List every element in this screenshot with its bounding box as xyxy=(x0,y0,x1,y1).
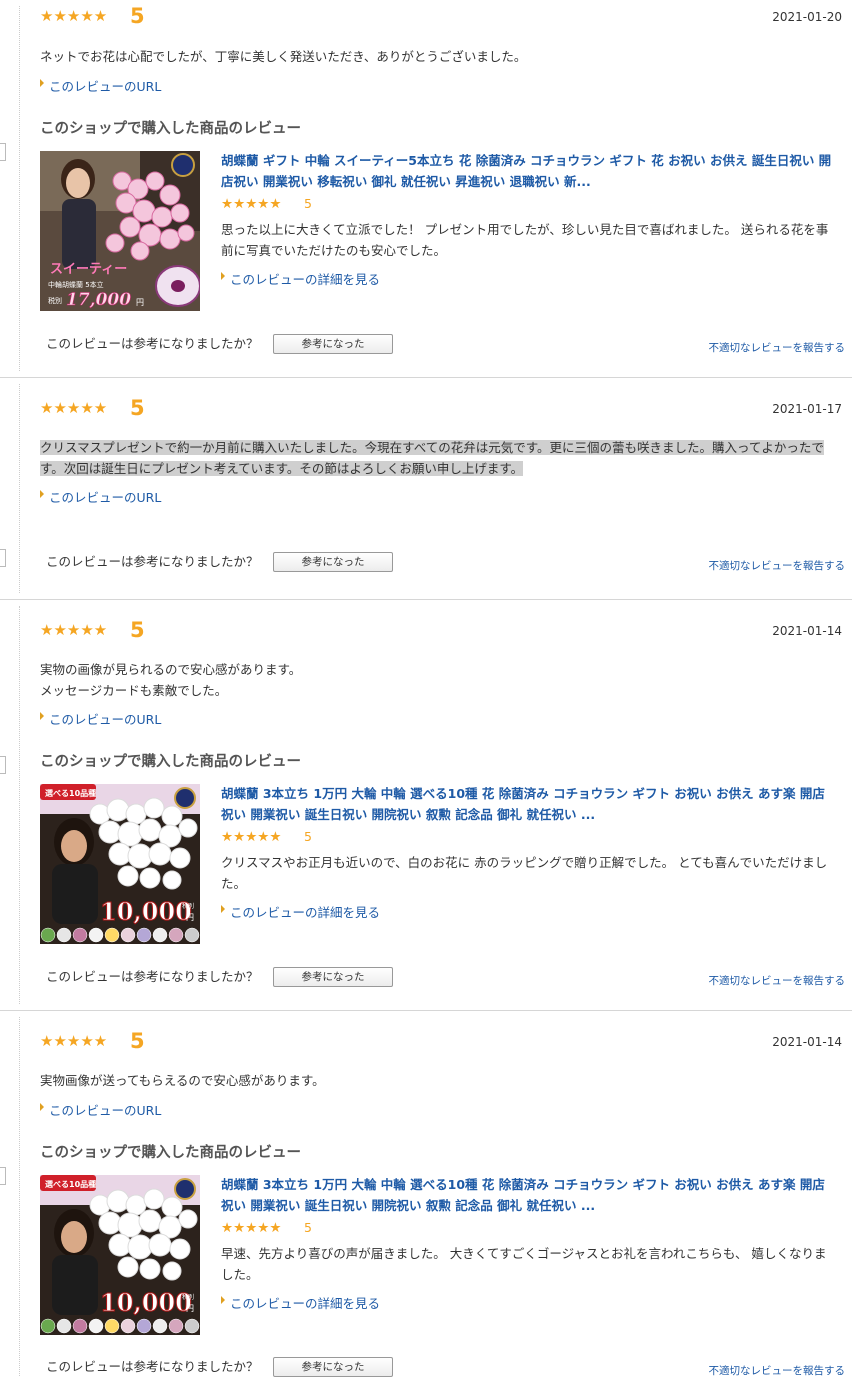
divider xyxy=(19,384,20,593)
product-title-link[interactable]: 胡蝶蘭 3本立ち 1万円 大輪 中輪 選べる10種 花 除菌済み コチョウラン … xyxy=(221,1174,836,1216)
review-card: ★★★★★ 5 2021-01-17 クリスマスプレゼントで約一か月前に購入いた… xyxy=(0,378,852,600)
product-rating-stars: ★★★★★ xyxy=(221,1220,282,1236)
arrow-icon xyxy=(221,1296,225,1304)
arrow-icon xyxy=(40,712,44,720)
helpful-question: このレビューは参考になりましたか？ xyxy=(46,554,259,569)
product-rating-score: 5 xyxy=(304,829,312,844)
review-card: ★★★★★ 5 2021-01-20 ネットでお花は心配でしたが、丁寧に美しく発… xyxy=(0,0,852,378)
review-body-line: 実物の画像が見られるので安心感があります。 xyxy=(40,662,302,677)
divider xyxy=(19,1017,20,1376)
image-caption-tax: 税別 xyxy=(182,1293,194,1301)
arrow-icon xyxy=(40,1103,44,1111)
review-date: 2021-01-14 xyxy=(772,624,842,638)
review-body: クリスマスプレゼントで約一か月前に購入いたしました。今現在すべての花弁は元気です… xyxy=(40,437,846,479)
product-image[interactable]: 選べる10品種 10,000 税別 円 xyxy=(40,784,200,944)
review-body-text: クリスマスプレゼントで約一か月前に購入いたしました。今現在すべての花弁は元気です… xyxy=(40,440,824,476)
review-url-label: このレビューのURL xyxy=(49,79,162,94)
shop-review-heading: このショップで購入した商品のレビュー xyxy=(40,754,301,770)
image-caption-type: 中輪胡蝶蘭 5本立 xyxy=(48,280,104,289)
shop-review-heading: このショップで購入した商品のレビュー xyxy=(40,121,301,137)
arrow-icon xyxy=(40,79,44,87)
review-date: 2021-01-14 xyxy=(772,1035,842,1049)
report-link[interactable]: 不適切なレビューを報告する xyxy=(709,974,846,988)
product-title-link[interactable]: 胡蝶蘭 3本立ち 1万円 大輪 中輪 選べる10種 花 除菌済み コチョウラン … xyxy=(221,783,836,825)
product-review-body: 早速、先方より喜びの声が届きました。 大きくてすごくゴージャスとお礼を言われこち… xyxy=(221,1246,827,1282)
helpful-button[interactable]: 参考になった xyxy=(273,552,393,572)
product-image[interactable]: スイーティー 中輪胡蝶蘭 5本立 税別 17,000 円 xyxy=(40,151,200,311)
report-link[interactable]: 不適切なレビューを報告する xyxy=(709,559,846,573)
review-card: ★★★★★ 5 2021-01-14 実物画像が送ってもらえるので安心感がありま… xyxy=(0,1011,852,1382)
product-review-body: クリスマスやお正月も近いので、白のお花に 赤のラッピングで贈り正解でした。 とて… xyxy=(221,855,828,891)
report-link[interactable]: 不適切なレビューを報告する xyxy=(709,341,846,355)
image-caption-price: 10,000 xyxy=(100,897,192,926)
rating-score: 5 xyxy=(130,1029,145,1053)
review-detail-label: このレビューの詳細を見る xyxy=(230,272,381,287)
review-url-link[interactable]: このレビューのURL xyxy=(40,712,161,728)
image-caption-yen: 円 xyxy=(136,298,144,307)
helpful-button[interactable]: 参考になった xyxy=(273,967,393,987)
product-rating-score: 5 xyxy=(304,1220,312,1235)
review-detail-link[interactable]: このレビューの詳細を見る xyxy=(221,1296,380,1312)
product-review-body: 思った以上に大きくて立派でした！ プレゼント用でしたが、珍しい見た目で喜ばれまし… xyxy=(221,222,829,258)
image-caption-tax: 税別 xyxy=(48,296,62,305)
review-url-link[interactable]: このレビューのURL xyxy=(40,1103,161,1119)
rating-stars: ★★★★★ xyxy=(40,7,108,25)
review-url-label: このレビューのURL xyxy=(49,712,162,727)
review-body: ネットでお花は心配でしたが、丁寧に美しく発送いただき、ありがとうございました。 xyxy=(40,49,527,64)
review-detail-label: このレビューの詳細を見る xyxy=(230,1296,381,1311)
image-caption-yen: 円 xyxy=(186,913,194,922)
image-caption-name: スイーティー xyxy=(50,262,127,277)
product-image[interactable]: 選べる10品種 10,000 税別 円 xyxy=(40,1175,200,1335)
review-url-label: このレビューのURL xyxy=(49,490,162,505)
divider xyxy=(19,6,20,371)
rating-score: 5 xyxy=(130,396,145,420)
product-rating-score: 5 xyxy=(304,196,312,211)
review-date: 2021-01-20 xyxy=(772,10,842,24)
image-badge: 選べる10品種 xyxy=(45,788,96,798)
report-link[interactable]: 不適切なレビューを報告する xyxy=(709,1364,846,1378)
left-edge-box xyxy=(0,756,6,774)
rating-score: 5 xyxy=(130,4,145,28)
review-detail-link[interactable]: このレビューの詳細を見る xyxy=(221,905,380,921)
arrow-icon xyxy=(221,905,225,913)
helpful-button[interactable]: 参考になった xyxy=(273,334,393,354)
left-edge-box xyxy=(0,1167,6,1185)
product-rating-stars: ★★★★★ xyxy=(221,829,282,845)
left-edge-box xyxy=(0,549,6,567)
rating-stars: ★★★★★ xyxy=(40,1032,108,1050)
rating-stars: ★★★★★ xyxy=(40,621,108,639)
left-edge-box xyxy=(0,143,6,161)
review-body: 実物画像が送ってもらえるので安心感があります。 xyxy=(40,1073,325,1088)
review-body-line: メッセージカードも素敵でした。 xyxy=(40,683,228,698)
review-detail-label: このレビューの詳細を見る xyxy=(230,905,381,920)
shop-review-heading: このショップで購入した商品のレビュー xyxy=(40,1145,301,1161)
helpful-question: このレビューは参考になりましたか？ xyxy=(46,1359,259,1374)
rating-stars: ★★★★★ xyxy=(40,399,108,417)
rating-score: 5 xyxy=(130,618,145,642)
product-rating-stars: ★★★★★ xyxy=(221,196,282,212)
review-url-label: このレビューのURL xyxy=(49,1103,162,1118)
divider xyxy=(19,606,20,1004)
helpful-question: このレビューは参考になりましたか？ xyxy=(46,969,259,984)
review-card: ★★★★★ 5 2021-01-14 実物の画像が見られるので安心感があります。… xyxy=(0,600,852,1011)
review-url-link[interactable]: このレビューのURL xyxy=(40,490,161,506)
helpful-button[interactable]: 参考になった xyxy=(273,1357,393,1377)
arrow-icon xyxy=(40,490,44,498)
review-url-link[interactable]: このレビューのURL xyxy=(40,79,161,95)
review-detail-link[interactable]: このレビューの詳細を見る xyxy=(221,272,380,288)
image-caption-tax: 税別 xyxy=(182,902,194,910)
helpful-question: このレビューは参考になりましたか？ xyxy=(46,336,259,351)
image-badge: 選べる10品種 xyxy=(45,1179,96,1189)
review-body: 実物の画像が見られるので安心感があります。 メッセージカードも素敵でした。 xyxy=(40,659,846,701)
image-caption-price: 10,000 xyxy=(100,1288,192,1317)
arrow-icon xyxy=(221,272,225,280)
image-caption-yen: 円 xyxy=(186,1304,194,1313)
review-date: 2021-01-17 xyxy=(772,402,842,416)
image-caption-price: 17,000 xyxy=(66,290,131,310)
product-title-link[interactable]: 胡蝶蘭 ギフト 中輪 スイーティー5本立ち 花 除菌済み コチョウラン ギフト … xyxy=(221,150,836,192)
